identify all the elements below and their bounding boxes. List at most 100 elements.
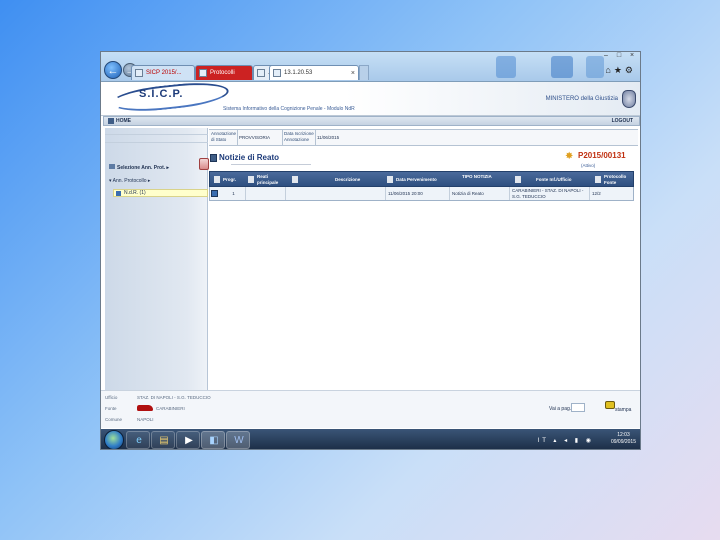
back-button[interactable]: ←: [104, 61, 122, 79]
open-record-icon[interactable]: [211, 190, 218, 197]
divider: [282, 130, 283, 146]
protocol-icon: ✸: [565, 151, 574, 162]
cell-descrizione: [286, 187, 386, 200]
fonte-value: CARABINIERI: [156, 406, 185, 411]
blurred-toolbar-region: [496, 56, 516, 78]
page-icon: [257, 69, 265, 77]
print-button[interactable]: stampa: [615, 407, 631, 413]
sidebar-item-selezione[interactable]: Selezione Ann. Prot. ▸: [109, 164, 169, 171]
comune-value: NAPOLI: [137, 417, 154, 422]
clock-date: 09/09/2015: [610, 439, 636, 445]
windows-taskbar: e ▤ ▶ ◧ W IT ▴ ◂ ▮ ◉ 12:03 09/09/2015: [101, 429, 640, 449]
app-logo: S.I.C.P.: [139, 88, 184, 100]
column-header-protocollo[interactable]: Protocollo Fonte: [595, 172, 633, 187]
logout-link[interactable]: LOGOUT: [612, 117, 633, 126]
info-label: Data Iscrizione Annotazione: [284, 131, 314, 142]
info-value: 11/06/2015: [317, 135, 340, 140]
comune-label: Comune: [105, 417, 123, 422]
maximize-button[interactable]: □: [613, 52, 625, 60]
home-link[interactable]: HOME: [108, 117, 131, 126]
section-title: Notizie di Reato: [219, 153, 280, 162]
sidebar-item-ndr[interactable]: N.d.R. (1): [113, 189, 208, 197]
document-icon: [116, 191, 121, 196]
cell-reati: [246, 187, 286, 200]
crest-icon: [622, 90, 636, 108]
column-header-data[interactable]: Data Pervenimento: [387, 172, 459, 187]
blurred-toolbar-region: [586, 56, 604, 78]
taskbar-ie[interactable]: e: [126, 431, 150, 449]
divider: [315, 130, 316, 146]
new-tab-button[interactable]: [359, 65, 369, 80]
divider: [105, 142, 208, 143]
clock[interactable]: 12:03 09/09/2015: [611, 432, 636, 446]
cell-protocollo: 12/2: [592, 190, 601, 196]
page-icon: [199, 69, 207, 77]
browser-toolbar-icons: ⌂★⚙: [605, 65, 636, 76]
taskbar-media[interactable]: ▶: [176, 431, 200, 449]
close-window-button[interactable]: ×: [626, 52, 638, 60]
column-header-reati[interactable]: Reati principale: [248, 172, 288, 187]
column-header-tipo[interactable]: TIPO NOTIZIA: [462, 172, 510, 187]
browser-chrome: – □ × ← → SICP 2015/... Protocolli ... 1…: [101, 52, 640, 82]
taskbar-word[interactable]: W: [226, 431, 250, 449]
top-menu-bar: HOME LOGOUT: [103, 116, 640, 126]
cell-data: 11/06/2015 20:00: [386, 187, 450, 200]
page-icon: [135, 69, 143, 77]
divider: [231, 164, 311, 165]
clock-time: 12:03: [617, 432, 630, 438]
sort-icon: [292, 176, 298, 183]
cell-progr: 1: [220, 187, 246, 200]
sort-icon: [248, 176, 254, 183]
info-label: Annotazione di Stato: [211, 131, 237, 142]
sort-icon: [595, 176, 601, 183]
protocol-number: P2015/00131: [578, 151, 626, 160]
folder-icon: [109, 164, 115, 169]
notizie-table: Progr. Reati principale Descrizione Data…: [209, 171, 634, 201]
page-jump-input[interactable]: [571, 403, 585, 412]
start-button[interactable]: [104, 430, 124, 449]
sort-icon: [515, 176, 521, 183]
browser-tab-1[interactable]: SICP 2015/...: [131, 65, 195, 80]
sort-icon: [214, 176, 220, 183]
gear-icon[interactable]: ⚙: [625, 65, 636, 75]
blurred-toolbar-region: [551, 56, 573, 78]
fonte-label: Fonte: [105, 406, 117, 411]
cell-fonte: CARABINIERI - STAZ. DI NAPOLI - S.G. TED…: [510, 187, 590, 200]
sidebar: Selezione Ann. Prot. ▸ ▾ Ann. Protocollo…: [105, 128, 209, 390]
taskbar-explorer[interactable]: ◧: [201, 431, 225, 449]
divider: [237, 130, 238, 146]
notizie-icon: [210, 154, 217, 162]
app-subtitle: Sistema Informativo della Cognizione Pen…: [223, 106, 355, 112]
taskbar-folder[interactable]: ▤: [151, 431, 175, 449]
page-jump-label: Vai a pag.: [549, 406, 572, 412]
browser-tab-2[interactable]: Protocolli: [195, 65, 253, 80]
window-controls: – □ ×: [600, 52, 638, 60]
column-header-progr[interactable]: Progr.: [214, 172, 246, 187]
word-icon: W: [234, 435, 244, 446]
folder-icon: ▤: [159, 435, 169, 446]
screenshot-window: – □ × ← → SICP 2015/... Protocolli ... 1…: [100, 51, 641, 450]
close-tab-icon[interactable]: ×: [351, 66, 355, 80]
info-value: PROVVISORIA: [239, 135, 271, 140]
system-tray: IT ▴ ◂ ▮ ◉: [537, 438, 594, 444]
app-header: S.I.C.P. Sistema Informativo della Cogni…: [101, 78, 640, 116]
column-header-fonte[interactable]: Fonte Inf./Ufficio: [515, 172, 595, 187]
sort-icon: [387, 176, 393, 183]
sidebar-item-annotazione[interactable]: ▾ Ann. Protocollo ▸: [109, 178, 150, 184]
media-icon: ▶: [185, 435, 193, 446]
print-icon[interactable]: [605, 401, 615, 409]
home-icon[interactable]: ⌂: [605, 65, 613, 75]
page-icon: [273, 69, 281, 77]
home-icon: [108, 117, 114, 124]
tool-icon[interactable]: [199, 158, 209, 170]
divider: [105, 134, 208, 135]
table-header: Progr. Reati principale Descrizione Data…: [209, 171, 634, 187]
cell-tipo: Notizia di Reato: [450, 187, 510, 200]
ufficio-label: Ufficio: [105, 395, 118, 400]
star-icon[interactable]: ★: [614, 65, 625, 75]
explorer-icon: ◧: [209, 435, 219, 446]
ufficio-value: STAZ. DI NAPOLI - S.G. TEDUCCIO: [137, 395, 211, 400]
table-row[interactable]: 1 11/06/2015 20:00 Notizia di Reato CARA…: [209, 187, 634, 201]
browser-tab-active[interactable]: 13.1.20.53 ×: [269, 65, 359, 80]
column-header-descrizione[interactable]: Descrizione: [292, 172, 382, 187]
